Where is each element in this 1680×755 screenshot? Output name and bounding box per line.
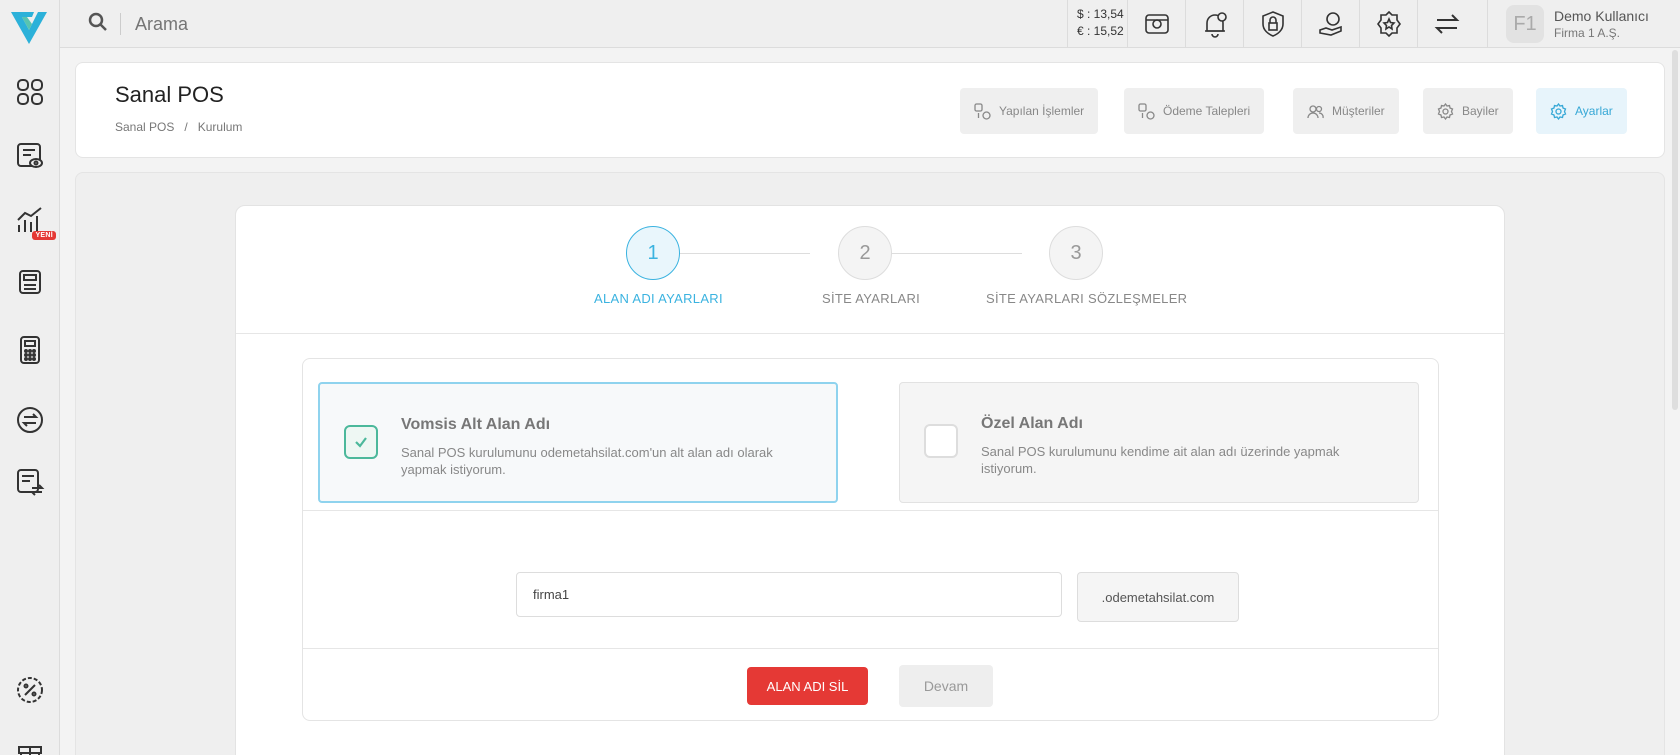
check-icon (355, 437, 367, 448)
currency-rates: $ : 13,54 € : 15,52 (1067, 0, 1127, 48)
award-badge-icon[interactable] (1359, 0, 1417, 48)
wizard-steps: 1 ALAN ADI AYARLARI 2 SİTE AYARLARI 3 Sİ… (236, 206, 1504, 334)
breadcrumb-item[interactable]: Sanal POS (115, 120, 174, 134)
eur-rate: € : 15,52 (1077, 24, 1124, 38)
breadcrumb: Sanal POS / Kurulum (115, 120, 242, 134)
page-scrollbar[interactable] (1672, 50, 1678, 410)
search-bar (88, 10, 435, 38)
step-3-circle[interactable]: 3 (1049, 226, 1103, 280)
transactions-icon (974, 102, 991, 120)
payment-hand-icon[interactable] (1301, 0, 1359, 48)
gear-icon (1437, 102, 1454, 120)
settings-label: Ayarlar (1575, 104, 1613, 118)
search-input[interactable] (135, 13, 435, 35)
avatar: F1 (1506, 5, 1544, 43)
payment-requests-icon (1138, 102, 1155, 120)
subdomain-input[interactable] (516, 572, 1062, 617)
divider (303, 510, 1438, 511)
divider (303, 648, 1438, 649)
option-title: Özel Alan Adı (981, 415, 1083, 432)
dealers-button[interactable]: Bayiler (1423, 88, 1513, 134)
payment-requests-label: Ödeme Talepleri (1163, 104, 1251, 118)
transfer-icon[interactable] (14, 404, 46, 436)
transactions-label: Yapılan İşlemler (999, 104, 1085, 118)
customers-label: Müşteriler (1332, 104, 1385, 118)
topbar: $ : 13,54 € : 15,52 F1 Demo Kullanıcı Fi… (60, 0, 1680, 48)
option-description: Sanal POS kurulumunu kendime ait alan ad… (981, 444, 1340, 476)
delete-domain-button[interactable]: ALAN ADI SİL (747, 667, 868, 705)
step-3-label: SİTE AYARLARI SÖZLEŞMELER (986, 291, 1188, 306)
step-2-label: SİTE AYARLARI (822, 291, 921, 306)
subdomain-checkbox[interactable] (344, 425, 378, 459)
dashboard-icon[interactable] (14, 76, 46, 108)
report-view-icon[interactable] (14, 140, 46, 172)
pos-settings-icon[interactable] (1127, 0, 1185, 48)
option-title: Vomsis Alt Alan Adı (401, 416, 551, 433)
users-icon (1307, 104, 1324, 118)
brand-logo[interactable] (8, 8, 50, 48)
step-1-circle[interactable]: 1 (626, 226, 680, 280)
sidebar: YENİ (0, 0, 60, 755)
transactions-button[interactable]: Yapılan İşlemler (960, 88, 1099, 134)
page-title: Sanal POS (115, 82, 224, 107)
settings-button[interactable]: Ayarlar (1536, 88, 1627, 134)
settings-gear-icon (1550, 102, 1567, 120)
user-company: Firma 1 A.Ş. (1554, 26, 1621, 40)
pos-device-icon[interactable] (14, 266, 46, 298)
usd-rate: $ : 13,54 (1077, 7, 1124, 21)
domain-settings-panel: Vomsis Alt Alan Adı Sanal POS kurulumunu… (302, 358, 1439, 721)
setup-wizard: 1 ALAN ADI AYARLARI 2 SİTE AYARLARI 3 Sİ… (235, 205, 1505, 755)
step-2-circle[interactable]: 2 (838, 226, 892, 280)
dealers-label: Bayiler (1462, 104, 1499, 118)
exchange-arrows-icon[interactable] (1417, 0, 1475, 48)
option-description: Sanal POS kurulumunu odemetahsilat.com'u… (401, 445, 773, 477)
statement-icon[interactable] (14, 466, 46, 498)
security-lock-icon[interactable] (1243, 0, 1301, 48)
breadcrumb-item: Kurulum (197, 120, 243, 134)
search-icon[interactable] (88, 12, 108, 37)
calculator-icon[interactable] (14, 334, 46, 366)
customers-button[interactable]: Müşteriler (1293, 88, 1399, 134)
analytics-icon[interactable]: YENİ (14, 204, 56, 240)
domain-suffix: .odemetahsilat.com (1077, 572, 1239, 622)
gift-icon[interactable] (14, 736, 46, 755)
step-1-label: ALAN ADI AYARLARI (594, 291, 723, 306)
search-divider (120, 13, 121, 35)
notification-bell-icon[interactable] (1185, 0, 1243, 48)
breadcrumb-separator: / (184, 120, 188, 134)
discount-icon[interactable] (14, 674, 46, 706)
custom-domain-checkbox[interactable] (924, 424, 958, 458)
new-badge: YENİ (32, 231, 56, 240)
continue-button[interactable]: Devam (899, 665, 993, 707)
page-header: Sanal POS Sanal POS / Kurulum Yapılan İş… (75, 62, 1665, 158)
option-subdomain[interactable]: Vomsis Alt Alan Adı Sanal POS kurulumunu… (318, 382, 838, 503)
user-name: Demo Kullanıcı (1554, 8, 1649, 24)
user-menu[interactable]: F1 Demo Kullanıcı Firma 1 A.Ş. (1487, 0, 1680, 48)
option-custom-domain[interactable]: Özel Alan Adı Sanal POS kurulumunu kendi… (899, 382, 1419, 503)
payment-requests-button[interactable]: Ödeme Talepleri (1124, 88, 1265, 134)
